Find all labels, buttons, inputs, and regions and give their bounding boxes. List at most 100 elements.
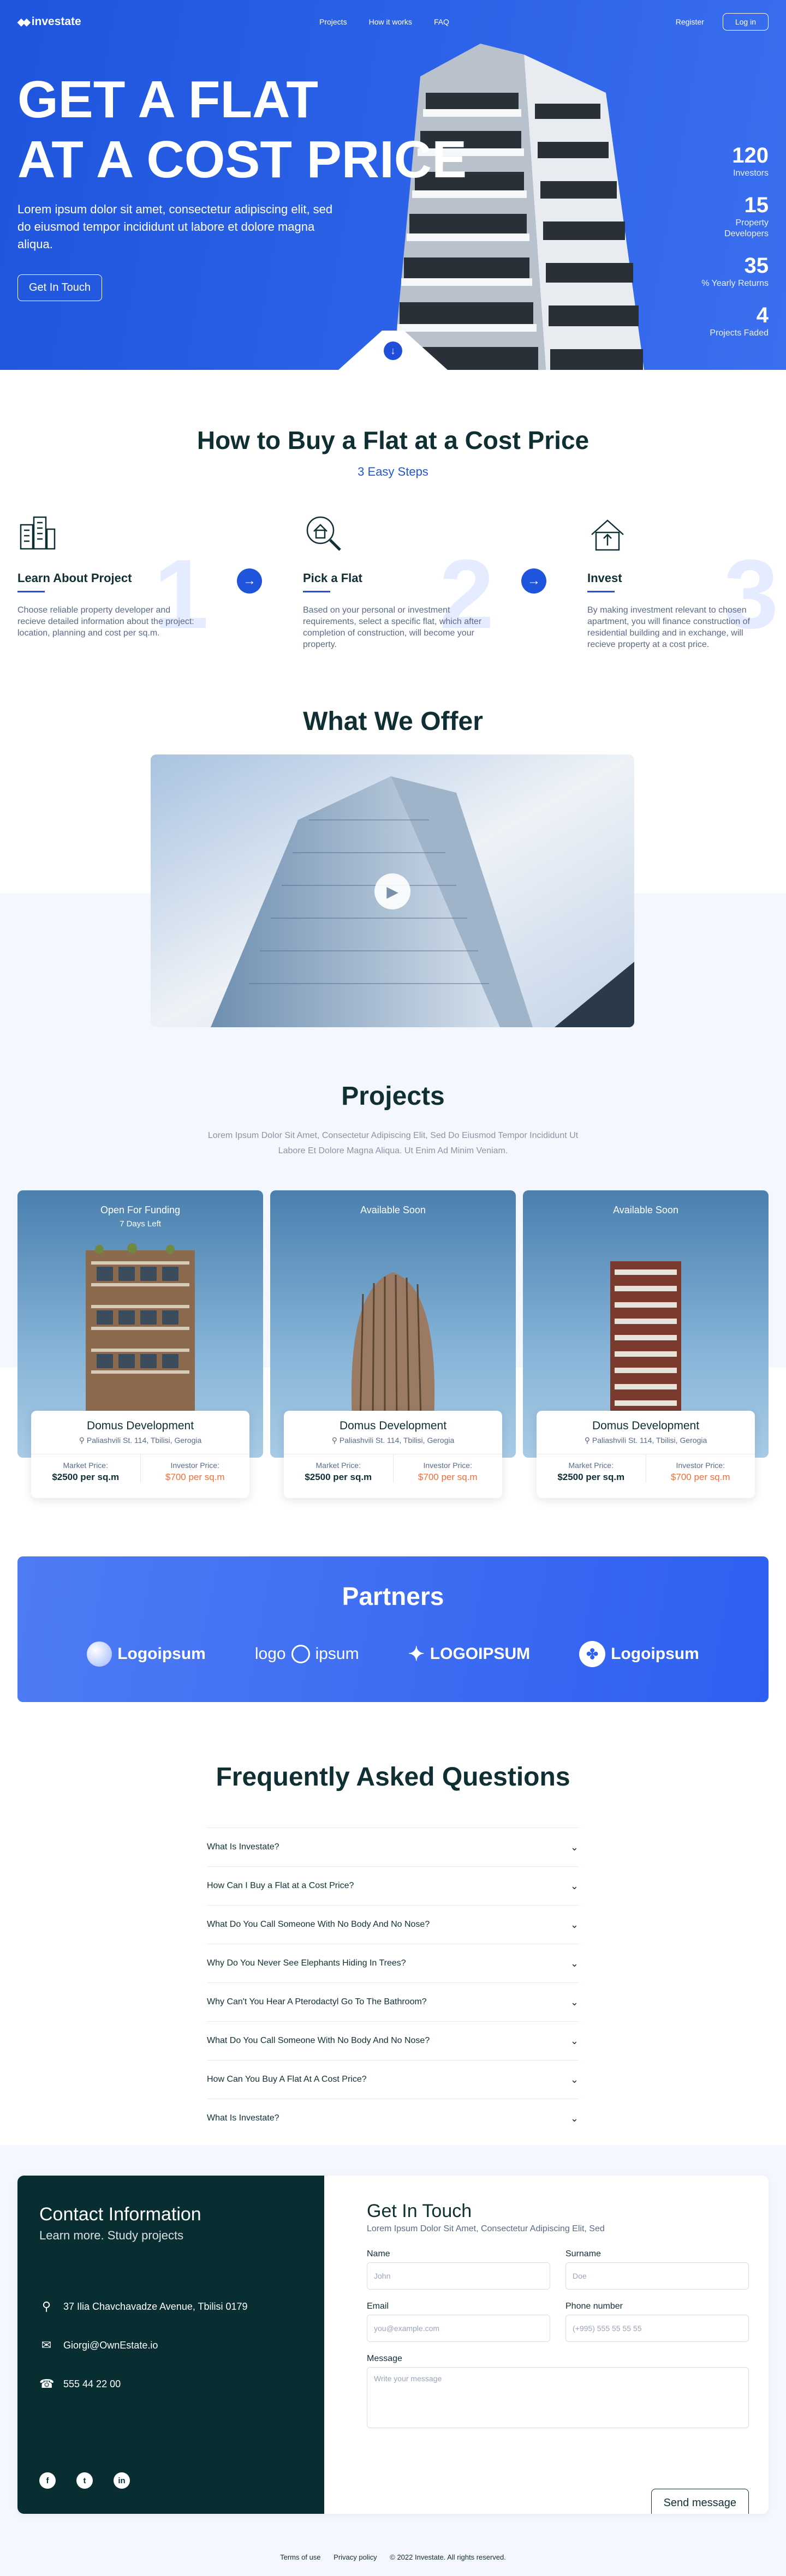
contact-phone[interactable]: ☎ 555 44 22 00 bbox=[39, 2377, 302, 2391]
location-pin-icon: ⚲ bbox=[41, 2299, 51, 2313]
offer-video[interactable]: ▶ bbox=[151, 754, 634, 1027]
location-icon: ⚲ bbox=[331, 1436, 340, 1445]
next-step-button-2[interactable]: → bbox=[521, 568, 546, 594]
chevron-down-icon: ⌄ bbox=[570, 1957, 579, 1969]
step-underline bbox=[17, 591, 45, 592]
facebook-icon[interactable]: f bbox=[39, 2472, 56, 2489]
stat-label: Investors bbox=[733, 169, 769, 178]
step-title: Pick a Flat bbox=[303, 571, 362, 585]
phone-input[interactable] bbox=[565, 2315, 749, 2342]
partner-logo-text: logo bbox=[254, 1645, 286, 1663]
faq-item[interactable]: What Do You Call Someone With No Body An… bbox=[207, 2021, 579, 2060]
social-links: f t in bbox=[39, 2472, 130, 2489]
project-prices: Market Price: $2500 per sq.m Investor Pri… bbox=[31, 1454, 249, 1483]
terms-link[interactable]: Terms of use bbox=[280, 2553, 320, 2561]
partner-logo-4[interactable]: ✤ Logoipsum bbox=[579, 1641, 699, 1667]
phone-label: Phone number bbox=[565, 2302, 623, 2311]
login-button[interactable]: Log in bbox=[722, 13, 769, 31]
faq-question: What Is Investate? bbox=[207, 1842, 279, 1852]
email-text: Giorgi@OwnEstate.io bbox=[63, 2339, 158, 2351]
chevron-down-icon: ⌄ bbox=[570, 2112, 579, 2124]
get-in-touch-button[interactable]: Get In Touch bbox=[17, 274, 103, 301]
contact-info-panel: Contact Information Learn more. Study pr… bbox=[17, 2176, 324, 2514]
hero-section: ◆◆ investate Projects How it works FAQ R… bbox=[0, 0, 786, 370]
logo[interactable]: ◆◆ investate bbox=[17, 15, 81, 28]
partner-logo-text: ipsum bbox=[315, 1645, 359, 1663]
email-input[interactable] bbox=[367, 2315, 550, 2342]
step-title: Learn About Project bbox=[17, 571, 132, 585]
faq-item[interactable]: Why Do You Never See Elephants Hiding In… bbox=[207, 1944, 579, 1982]
name-input[interactable] bbox=[367, 2262, 550, 2290]
form-subtitle: Lorem Ipsum Dolor Sit Amet, Consectetur … bbox=[367, 2224, 605, 2233]
chevron-down-icon: ⌄ bbox=[570, 1880, 579, 1891]
stat-label: % Yearly Returns bbox=[701, 279, 769, 288]
scroll-down-button[interactable]: ↓ bbox=[384, 342, 402, 360]
step-underline bbox=[587, 591, 615, 592]
contact-email[interactable]: ✉ Giorgi@OwnEstate.io bbox=[39, 2338, 302, 2352]
project-name: Domus Development bbox=[86, 1419, 194, 1432]
step-underline bbox=[303, 591, 330, 592]
faq-item[interactable]: Why Can't You Hear A Pterodactyl Go To T… bbox=[207, 1982, 579, 2021]
market-price-label: Market Price: bbox=[568, 1461, 614, 1470]
step-description: By making investment relevant to chosen … bbox=[587, 606, 750, 649]
faq-item[interactable]: What Is Investate? ⌄ bbox=[207, 2099, 579, 2137]
step-1: 1 Learn About Project Choose reliable pr… bbox=[17, 513, 209, 644]
faq-item[interactable]: What Is Investate? ⌄ bbox=[207, 1828, 579, 1866]
project-address-text: Paliashvili St. 114, Tbilisi, Gerogia bbox=[592, 1436, 707, 1445]
partner-logos: Logoipsum logo ipsum ✦ LOGOIPSUM ✤ Logoipsu… bbox=[17, 1641, 769, 1667]
partner-logo-text: Logoipsum bbox=[611, 1645, 699, 1663]
surname-label: Surname bbox=[565, 2249, 601, 2259]
stat-label: Projects Faded bbox=[710, 328, 769, 338]
arrow-down-icon: ↓ bbox=[390, 345, 396, 356]
nav-link-faq[interactable]: FAQ bbox=[434, 17, 449, 26]
surname-input[interactable] bbox=[565, 2262, 749, 2290]
partner-logo-text: LOGOIPSUM bbox=[430, 1645, 531, 1663]
faq-question: How Can You Buy A Flat At A Cost Price? bbox=[207, 2075, 367, 2084]
faq-item[interactable]: How Can You Buy A Flat At A Cost Price? ⌄ bbox=[207, 2060, 579, 2099]
project-info-1: Domus Development ⚲ Paliashvili St. 114,… bbox=[31, 1411, 249, 1498]
address-text: 37 Ilia Chavchavadze Avenue, Tbilisi 017… bbox=[63, 2301, 248, 2312]
faq-item[interactable]: What Do You Call Someone With No Body An… bbox=[207, 1905, 579, 1944]
investor-price-label: Investor Price: bbox=[170, 1461, 219, 1470]
investor-price: $700 per sq.m bbox=[670, 1472, 730, 1482]
stat-number: 120 bbox=[732, 143, 769, 167]
stat-label: Property Developers bbox=[724, 218, 769, 238]
email-label: Email bbox=[367, 2302, 389, 2311]
flower-icon: ✤ bbox=[579, 1641, 606, 1667]
project-info-2: Domus Development ⚲ Paliashvili St. 114,… bbox=[284, 1411, 502, 1498]
nav-link-how-it-works[interactable]: How it works bbox=[369, 17, 412, 26]
copyright: © 2022 Investate. All rights reserved. bbox=[390, 2553, 506, 2561]
arrow-right-icon: → bbox=[243, 573, 256, 588]
nav-link-projects[interactable]: Projects bbox=[319, 17, 347, 26]
play-button[interactable]: ▶ bbox=[374, 873, 410, 909]
partner-logo-3[interactable]: ✦ LOGOIPSUM bbox=[408, 1643, 531, 1666]
project-prices: Market Price: $2500 per sq.m Investor Pri… bbox=[537, 1454, 755, 1483]
register-link[interactable]: Register bbox=[676, 17, 704, 26]
footer: Terms of use Privacy policy © 2022 Inves… bbox=[0, 2553, 786, 2561]
page: ◆◆ investate Projects How it works FAQ R… bbox=[0, 0, 786, 2576]
location-icon: ⚲ bbox=[584, 1436, 592, 1445]
faq-question: What Do You Call Someone With No Body An… bbox=[207, 2036, 430, 2045]
offer-title: What We Offer bbox=[303, 707, 483, 736]
play-icon: ▶ bbox=[386, 883, 398, 900]
next-step-button-1[interactable]: → bbox=[237, 568, 262, 594]
partner-logo-2[interactable]: logo ipsum bbox=[255, 1645, 359, 1663]
chevron-down-icon: ⌄ bbox=[570, 1996, 579, 2008]
contact-details: ⚲ 37 Ilia Chavchavadze Avenue, Tbilisi 01… bbox=[39, 2299, 302, 2391]
investor-price: $700 per sq.m bbox=[165, 1472, 225, 1482]
faq-list: What Is Investate? ⌄ How Can I Buy a Flat… bbox=[207, 1828, 579, 2137]
projects-subtitle: Lorem Ipsum Dolor Sit Amet, Consectetur … bbox=[207, 1131, 579, 1155]
project-address: ⚲ Paliashvili St. 114, Tbilisi, Gerogia bbox=[537, 1436, 755, 1445]
send-message-button[interactable]: Send message bbox=[651, 2489, 749, 2514]
partner-logo-1[interactable]: Logoipsum bbox=[87, 1642, 206, 1667]
faq-item[interactable]: How Can I Buy a Flat at a Cost Price? ⌄ bbox=[207, 1866, 579, 1905]
stat-developers: 15 Property Developers bbox=[692, 193, 769, 239]
twitter-icon[interactable]: t bbox=[76, 2472, 93, 2489]
faq-question: What Is Investate? bbox=[207, 2113, 279, 2123]
message-textarea[interactable] bbox=[367, 2367, 749, 2428]
step-2: 2 Pick a Flat Based on your personal or … bbox=[303, 513, 494, 650]
sphere-icon bbox=[87, 1642, 112, 1667]
privacy-link[interactable]: Privacy policy bbox=[334, 2553, 377, 2561]
linkedin-icon[interactable]: in bbox=[114, 2472, 130, 2489]
contact-address: ⚲ 37 Ilia Chavchavadze Avenue, Tbilisi 01… bbox=[39, 2299, 302, 2314]
